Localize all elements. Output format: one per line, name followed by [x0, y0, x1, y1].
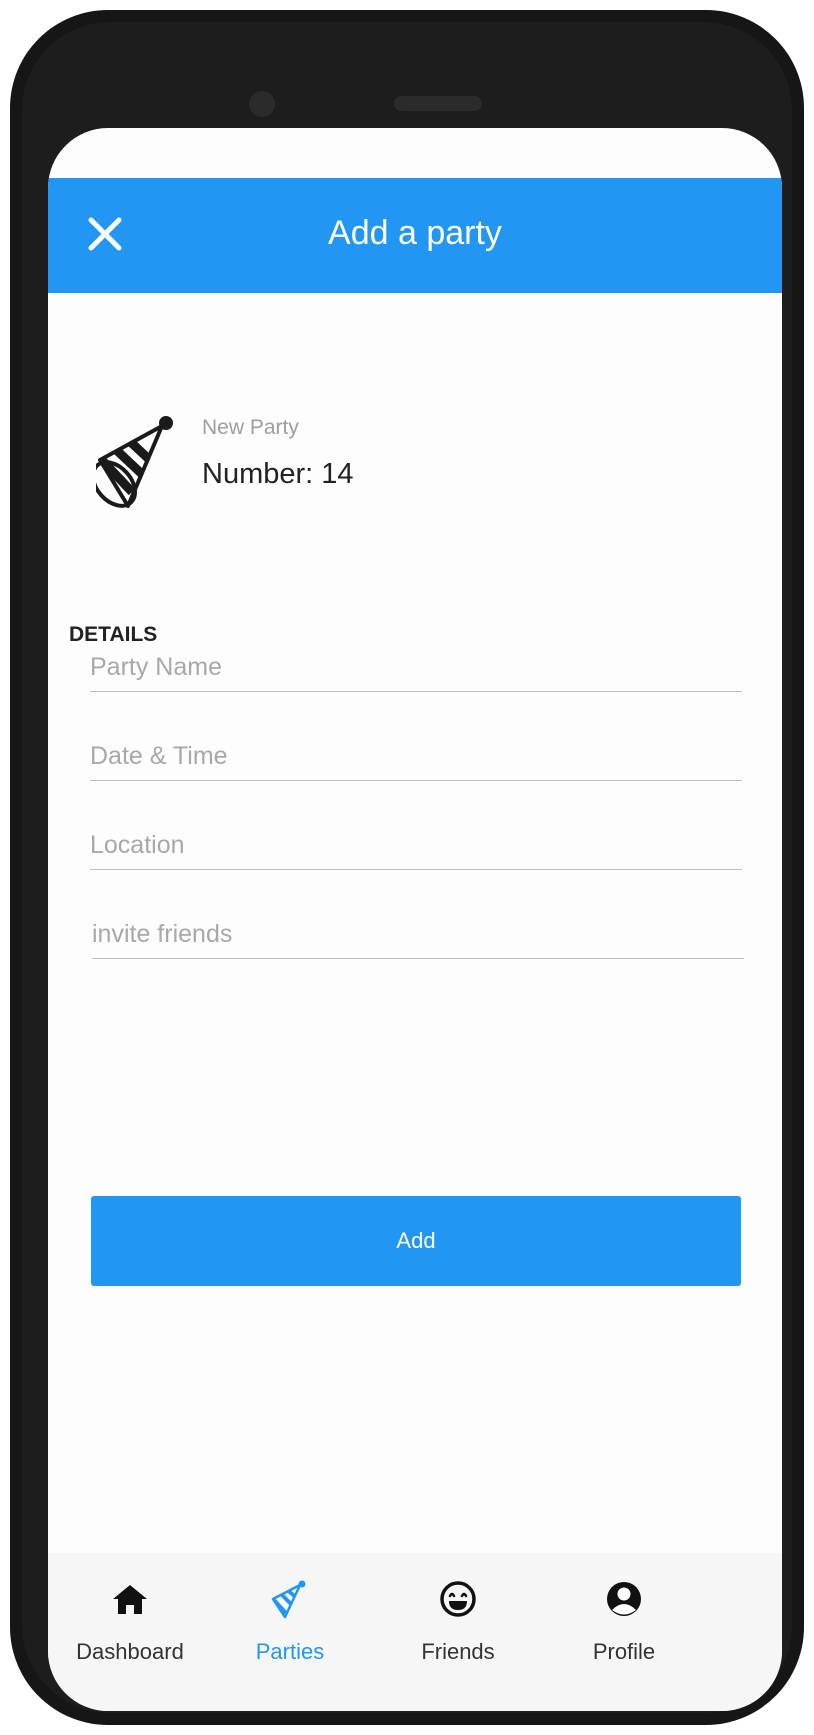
speaker	[394, 96, 482, 111]
add-button[interactable]: Add	[91, 1196, 741, 1286]
nav-label-dashboard: Dashboard	[76, 1639, 184, 1664]
smiley-icon	[440, 1581, 476, 1617]
home-icon	[113, 1585, 147, 1614]
app-bar: Add a party	[48, 178, 782, 293]
party-hat-icon	[271, 1580, 306, 1619]
location-input[interactable]	[90, 821, 742, 870]
nav-item-parties[interactable]: Parties	[200, 1553, 380, 1673]
app-screen: Add a party New Party Number: 14 DETAILS…	[48, 128, 782, 1711]
party-name-input[interactable]	[90, 643, 742, 692]
invite-friends-input[interactable]	[92, 910, 744, 959]
page-title: Add a party	[328, 214, 502, 252]
nav-item-friends[interactable]: Friends	[368, 1553, 548, 1673]
nav-label-profile: Profile	[592, 1639, 656, 1664]
nav-label-friends: Friends	[421, 1639, 495, 1664]
party-subtitle: New Party	[202, 416, 299, 439]
nav-item-profile[interactable]: Profile	[534, 1553, 714, 1673]
nav-item-dashboard[interactable]: Dashboard	[48, 1553, 220, 1673]
camera	[249, 91, 275, 117]
date-time-input[interactable]	[90, 732, 742, 781]
party-number: Number: 14	[202, 458, 354, 490]
nav-label-parties: Parties	[255, 1639, 325, 1664]
party-hat-icon	[96, 416, 173, 508]
user-circle-icon	[607, 1582, 641, 1616]
bottom-navigation: Dashboard Parties Friends Profile	[48, 1553, 782, 1711]
